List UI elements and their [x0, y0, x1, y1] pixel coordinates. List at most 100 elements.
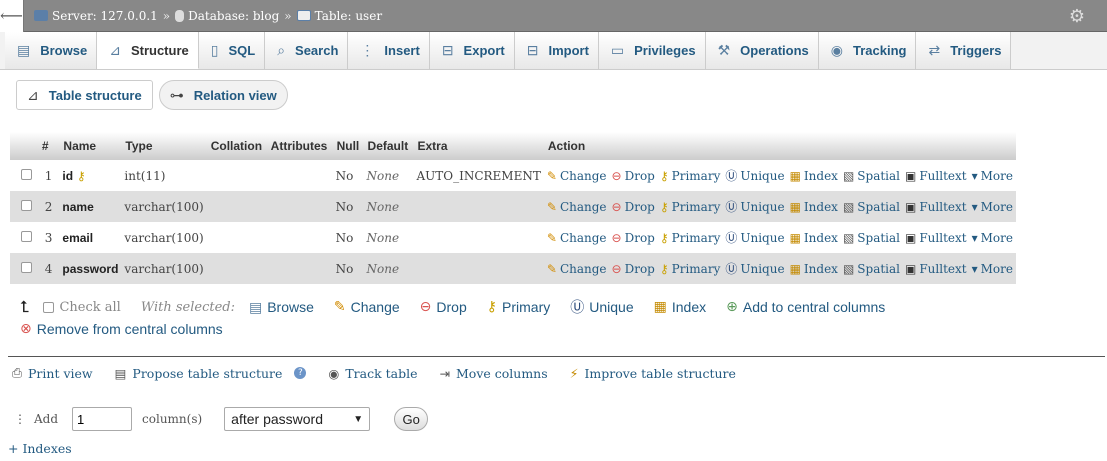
bulk-unique-button[interactable]: Ⓤ Unique: [570, 296, 633, 318]
subtab-relation-view[interactable]: ⊶ Relation view: [158, 80, 288, 110]
more-action[interactable]: ▾ More: [972, 262, 1013, 276]
tab-triggers[interactable]: ⇄ Triggers: [916, 32, 1012, 69]
spatial-action[interactable]: ▧ Spatial: [843, 169, 900, 183]
change-icon: ✎: [546, 168, 557, 183]
row-checkbox[interactable]: [21, 199, 32, 211]
primary-action[interactable]: ⚷ Primary: [660, 200, 721, 214]
tab-privileges[interactable]: ▭ Privileges: [598, 32, 706, 69]
breadcrumb-server[interactable]: Server: 127.0.0.1: [52, 9, 158, 23]
primary-action[interactable]: ⚷ Primary: [660, 231, 721, 245]
bulk-browse-button[interactable]: ▤ Browse: [249, 296, 314, 318]
more-action[interactable]: ▾ More: [972, 200, 1013, 214]
unique-action[interactable]: Ⓤ Unique: [725, 229, 784, 246]
cell-name[interactable]: email: [59, 222, 122, 253]
bulk-primary-button[interactable]: ⚷ Primary: [487, 296, 551, 318]
fulltext-action[interactable]: ▣ Fulltext: [905, 231, 967, 245]
more-action[interactable]: ▾ More: [972, 169, 1013, 183]
column-name[interactable]: id: [62, 169, 73, 183]
primary-label: Primary: [671, 168, 721, 183]
index-action[interactable]: ▦ Index: [790, 231, 838, 245]
subtab-table-structure[interactable]: ⊿ Table structure: [16, 80, 153, 110]
tab-operations[interactable]: ⚒ Operations: [705, 32, 819, 69]
move-columns-link[interactable]: ⇥ Move columns: [440, 365, 548, 381]
tab-insert[interactable]: ⋮ Insert: [348, 32, 430, 69]
tab-export[interactable]: ⊟ Export: [429, 32, 515, 69]
fulltext-action[interactable]: ▣ Fulltext: [905, 169, 967, 183]
change-action[interactable]: ✎ Change: [547, 262, 607, 276]
header-extra[interactable]: Extra: [413, 132, 544, 160]
spatial-action[interactable]: ▧ Spatial: [843, 262, 900, 276]
change-action[interactable]: ✎ Change: [547, 200, 607, 214]
print-view-link[interactable]: ⎙ Print view: [12, 365, 93, 381]
bulk-remove-central-button[interactable]: ⊗ Remove from central columns: [20, 318, 223, 340]
check-all-label[interactable]: Check all: [59, 300, 120, 315]
column-position-select[interactable]: after password ▼: [224, 407, 371, 431]
cell-null: No: [332, 191, 364, 222]
check-all-checkbox[interactable]: [43, 301, 55, 313]
row-checkbox[interactable]: [21, 168, 32, 180]
header-collation[interactable]: Collation: [206, 132, 267, 160]
row-checkbox[interactable]: [21, 261, 32, 273]
change-action[interactable]: ✎ Change: [547, 169, 607, 183]
cell-name[interactable]: password: [59, 253, 122, 284]
row-checkbox[interactable]: [21, 230, 32, 242]
cell-null: No: [332, 253, 364, 284]
header-null[interactable]: Null: [332, 132, 364, 160]
breadcrumb-database[interactable]: Database: blog: [188, 9, 279, 23]
go-button[interactable]: Go: [394, 407, 429, 431]
column-name[interactable]: password: [62, 262, 118, 276]
tab-import[interactable]: ⊟ Import: [514, 32, 599, 69]
drop-action[interactable]: ⊖ Drop: [612, 169, 655, 183]
table-row: 3 email varchar(100) No None ✎ Change ⊖ Drop ⚷ Pri…: [10, 222, 1016, 253]
column-name[interactable]: name: [62, 200, 93, 214]
index-action[interactable]: ▦ Index: [790, 200, 838, 214]
help-icon[interactable]: ?: [294, 367, 307, 379]
unique-action[interactable]: Ⓤ Unique: [725, 198, 784, 215]
improve-structure-link[interactable]: ⚡ Improve table structure: [570, 365, 736, 381]
cell-collation: [206, 222, 267, 253]
drop-action[interactable]: ⊖ Drop: [612, 200, 655, 214]
tab-tracking[interactable]: ◉ Tracking: [818, 32, 917, 69]
bulk-drop-button[interactable]: ⊖ Drop: [420, 296, 467, 318]
spatial-action[interactable]: ▧ Spatial: [843, 200, 900, 214]
drop-action[interactable]: ⊖ Drop: [612, 231, 655, 245]
bulk-index-button[interactable]: ▦ Index: [654, 296, 706, 318]
tab-sql[interactable]: ▯ SQL: [198, 32, 266, 69]
collapse-navigation-button[interactable]: ⟵: [0, 0, 24, 32]
unique-action[interactable]: Ⓤ Unique: [725, 260, 784, 277]
more-action[interactable]: ▾ More: [972, 231, 1013, 245]
column-count-input[interactable]: [72, 407, 133, 431]
column-name[interactable]: email: [62, 231, 93, 245]
drop-action[interactable]: ⊖ Drop: [612, 262, 655, 276]
indexes-toggle[interactable]: + Indexes: [0, 431, 1107, 456]
index-icon: ▦: [789, 261, 801, 276]
drop-label: Drop: [624, 230, 655, 245]
fulltext-action[interactable]: ▣ Fulltext: [905, 200, 967, 214]
header-name[interactable]: Name: [59, 132, 122, 160]
cell-actions: ✎ Change ⊖ Drop ⚷ Primary Ⓤ Unique ▦ Index ▧ Spatia…: [543, 253, 1016, 284]
check-all[interactable]: Check all: [43, 296, 121, 318]
unique-action[interactable]: Ⓤ Unique: [725, 167, 784, 184]
bulk-change-button[interactable]: ✎ Change: [334, 296, 400, 318]
cell-name[interactable]: name: [59, 191, 122, 222]
track-table-link[interactable]: ◉ Track table: [328, 365, 417, 381]
spatial-action[interactable]: ▧ Spatial: [843, 231, 900, 245]
header-attributes[interactable]: Attributes: [266, 132, 333, 160]
header-type[interactable]: Type: [121, 132, 207, 160]
gear-icon[interactable]: ⚙: [1069, 6, 1085, 27]
primary-action[interactable]: ⚷ Primary: [660, 169, 721, 183]
change-action[interactable]: ✎ Change: [547, 231, 607, 245]
tab-browse[interactable]: ▤ Browse: [5, 32, 98, 69]
breadcrumb-table[interactable]: Table: user: [315, 9, 382, 23]
tab-search[interactable]: ⌕ Search: [265, 32, 349, 69]
bulk-add-central-button[interactable]: ⊕ Add to central columns: [726, 296, 885, 318]
cell-name[interactable]: id ⚷: [59, 160, 122, 191]
header-num[interactable]: #: [37, 132, 60, 160]
header-default[interactable]: Default: [363, 132, 414, 160]
propose-structure-link[interactable]: ▤ Propose table structure?: [115, 365, 307, 381]
tab-structure[interactable]: ⊿ Structure: [97, 32, 199, 69]
index-action[interactable]: ▦ Index: [790, 169, 838, 183]
fulltext-action[interactable]: ▣ Fulltext: [905, 262, 967, 276]
index-action[interactable]: ▦ Index: [790, 262, 838, 276]
primary-action[interactable]: ⚷ Primary: [660, 262, 721, 276]
